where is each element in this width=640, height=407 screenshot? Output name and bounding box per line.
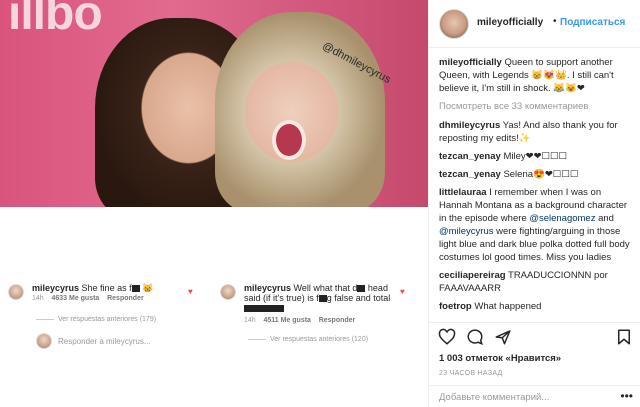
mention-link[interactable]: @mileycyrus — [439, 226, 494, 237]
divider-dash — [248, 338, 266, 340]
list-item: littlelauraa I remember when I was on Ha… — [439, 187, 630, 263]
embedded-comment-1: mileycyrus She fine as f 😸 — [32, 283, 153, 294]
comment-text: What happened — [474, 301, 542, 312]
avatar — [36, 333, 52, 349]
backdrop-logo-text: illbo — [8, 0, 103, 40]
post-photo[interactable]: illbo @dhmileycyrus — [0, 0, 428, 207]
view-replies-link[interactable]: Ver respuestas anteriores (179) — [36, 316, 156, 323]
heart-icon[interactable]: ♥ — [188, 288, 195, 296]
embedded-comments-screenshot: mileycyrus She fine as f 😸 14h 4633 Me g… — [0, 207, 428, 407]
list-item: tezcan_yenay Miley❤❤☐☐☐ — [439, 150, 635, 163]
mention-link[interactable]: @selenagomez — [529, 213, 595, 224]
post-header: mileyofficially • Подписаться — [429, 0, 640, 48]
divider-dash — [36, 318, 54, 320]
view-all-comments-link[interactable]: Посмотреть все 33 комментариев — [439, 100, 635, 113]
post-timestamp: 23 ЧАСОВ НАЗАД — [439, 370, 503, 377]
open-mouth — [272, 120, 306, 160]
avatar[interactable] — [439, 9, 469, 39]
heart-icon[interactable]: ♥ — [400, 288, 407, 296]
add-comment-bar[interactable]: Добавьте комментарий... ••• — [429, 385, 640, 407]
comment-username[interactable]: ceciliapereirag — [439, 270, 506, 281]
comment-username[interactable]: dhmileycyrus — [439, 120, 500, 131]
heart-icon[interactable] — [438, 328, 456, 346]
instagram-post-screenshot: illbo @dhmileycyrus mileycyrus She fine … — [0, 0, 640, 407]
likes-count[interactable]: 1 003 отметок «Нравится» — [439, 353, 561, 364]
caption: mileyofficially Queen to support another… — [439, 56, 635, 95]
comment-time: 14h — [244, 317, 256, 324]
list-item: dhmileycyrus Yas! And also thank you for… — [439, 119, 635, 145]
follow-button[interactable]: Подписаться — [560, 17, 625, 28]
comment-time: 14h — [32, 295, 44, 302]
embedded-comment-2: mileycyrus Well what that d head said (i… — [244, 283, 394, 313]
comment-likes: 4633 Me gusta — [51, 295, 100, 302]
comment-username: mileycyrus — [244, 283, 292, 293]
comment-username[interactable]: tezcan_yenay — [439, 151, 501, 162]
comment-text: Miley❤❤☐☐☐ — [503, 151, 568, 162]
comments-list[interactable]: mileyofficially Queen to support another… — [439, 56, 635, 320]
list-item: tezcan_yenay Selena😍❤☐☐☐ — [439, 168, 635, 181]
avatar — [220, 284, 236, 300]
separator-dot: • — [553, 16, 557, 27]
list-item: ceciliapereirag TRAADUCCIONNN por FAAAVA… — [439, 269, 635, 295]
comment-username: mileycyrus — [32, 283, 80, 293]
share-icon[interactable] — [494, 328, 512, 346]
comment-reply-link[interactable]: Responder — [107, 295, 144, 302]
comment-username[interactable]: tezcan_yenay — [439, 169, 501, 180]
comment-username[interactable]: littlelauraa — [439, 187, 487, 198]
redaction-bar — [318, 295, 327, 303]
more-dots-icon[interactable]: ••• — [620, 389, 633, 403]
comment-icon[interactable] — [466, 328, 484, 346]
comment-meta: 14h 4511 Me gusta Responder — [244, 317, 355, 324]
redaction-bar — [244, 305, 284, 313]
comment-text: Selena😍❤☐☐☐ — [503, 169, 579, 180]
redaction-bar — [131, 285, 140, 293]
emoji-icon: 😸 — [142, 283, 154, 293]
bookmark-icon[interactable] — [615, 328, 633, 346]
header-username[interactable]: mileyofficially — [477, 17, 543, 28]
avatar — [8, 284, 24, 300]
comment-reply-link[interactable]: Responder — [319, 317, 356, 324]
comment-likes: 4511 Me gusta — [263, 317, 311, 324]
post-actions: 1 003 отметок «Нравится» 23 ЧАСОВ НАЗАД … — [429, 322, 640, 407]
comment-username[interactable]: mileyofficially — [439, 57, 502, 68]
comment-meta: 14h 4633 Me gusta Responder — [32, 295, 144, 302]
add-comment-input[interactable]: Добавьте комментарий... — [439, 392, 549, 403]
view-replies-link[interactable]: Ver respuestas anteriores (120) — [248, 336, 368, 343]
person-right — [215, 12, 385, 207]
reply-input[interactable]: Responder a mileycyrus... — [58, 337, 150, 346]
comment-text: She fine as f — [81, 283, 132, 293]
comment-username[interactable]: foetrop — [439, 301, 472, 312]
post-side-panel: mileyofficially • Подписаться mileyoffic… — [428, 0, 640, 407]
list-item: foetrop What happened — [439, 300, 635, 313]
